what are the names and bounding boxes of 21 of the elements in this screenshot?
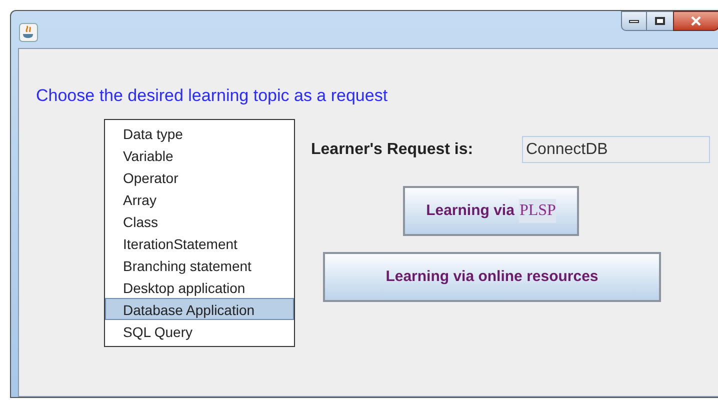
request-label: Learner's Request is: — [311, 140, 474, 160]
learning-button[interactable]: Learning via PLSP — [403, 186, 579, 236]
list-item[interactable]: Branching statement — [105, 254, 294, 276]
maximize-button[interactable] — [647, 11, 673, 31]
list-item[interactable]: Variable — [105, 144, 294, 166]
topic-list[interactable]: Data type Variable Operator Array Class IterationStatement Branching statement Desktop application Database Application SQL Query — [104, 119, 295, 347]
list-item[interactable]: Data type — [105, 122, 294, 144]
close-icon — [690, 16, 702, 26]
learning-button[interactable]: Learning via online resources — [323, 252, 661, 302]
java-cup-icon — [19, 23, 38, 42]
close-button[interactable] — [673, 11, 718, 31]
list-item[interactable]: Array — [105, 188, 294, 210]
list-item[interactable]: SQL Query — [105, 320, 294, 342]
list-item[interactable]: Class — [105, 210, 294, 232]
prompt-text: Choose the desired learning topic as a request — [36, 86, 388, 106]
minimize-button[interactable] — [621, 11, 647, 31]
request-field[interactable]: ConnectDB — [522, 136, 710, 163]
list-item[interactable]: Operator — [105, 166, 294, 188]
list-item[interactable]: Desktop application — [105, 276, 294, 298]
list-item[interactable]: Database Application — [105, 298, 294, 320]
list-item[interactable]: IterationStatement — [105, 232, 294, 254]
